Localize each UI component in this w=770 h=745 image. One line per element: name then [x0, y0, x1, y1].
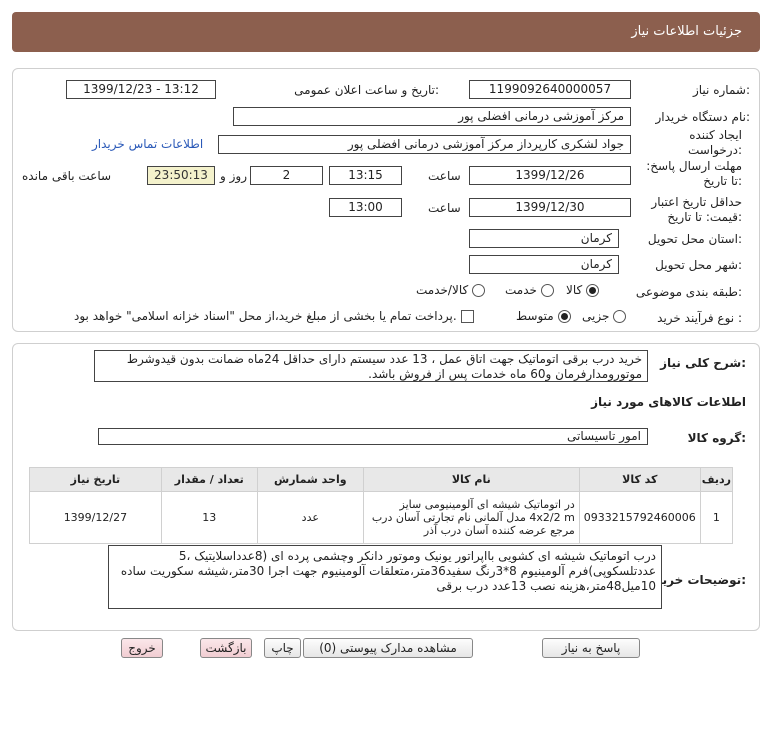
- deadline-label: مهلت ارسال پاسخ: تا تاریخ:: [646, 159, 742, 189]
- validity-label: حداقل تاریخ اعتبار قیمت: تا تاریخ:: [646, 195, 742, 225]
- goods-group-field: امور تاسیساتی: [98, 428, 648, 445]
- deadline-date-field: 1399/12/26: [469, 166, 631, 185]
- process-option-minor[interactable]: جزیی: [582, 309, 627, 323]
- category-radio-both[interactable]: [472, 283, 486, 297]
- col-qty: تعداد / مقدار: [160, 467, 258, 492]
- category-option-service-label: خدمت: [505, 283, 537, 297]
- city-field: کرمان: [469, 255, 619, 274]
- category-option-both-label: کالا/خدمت: [416, 283, 469, 297]
- col-date: تاریخ نیاز: [29, 467, 162, 492]
- creator-field: جواد لشکری کارپرداز مرکز آموزشی درمانی ا…: [218, 135, 631, 154]
- process-option-minor-label: جزیی: [582, 309, 610, 323]
- category-option-goods[interactable]: کالا: [566, 283, 600, 297]
- buyer-field: مرکز آموزشی درمانی افضلی پور: [233, 107, 631, 126]
- col-name: نام کالا: [362, 467, 580, 492]
- cell-date: 1399/12/27: [29, 491, 162, 544]
- process-label: نوع فرآیند خرید :: [657, 311, 742, 325]
- remaining-time-field: 23:50:13: [147, 166, 215, 185]
- deadline-label-text: مهلت ارسال پاسخ: تا تاریخ:: [646, 159, 742, 188]
- category-radio-goods[interactable]: [586, 283, 600, 297]
- print-button[interactable]: چاپ: [264, 638, 301, 658]
- deadline-time-field: 13:15: [329, 166, 402, 185]
- process-radio-medium[interactable]: [557, 309, 571, 323]
- goods-table: ردیف کد کالا نام کالا واحد شمارش تعداد /…: [29, 467, 734, 544]
- creator-label-text: ایجاد کننده درخواست:: [688, 128, 742, 157]
- back-button[interactable]: بازگشت: [200, 638, 252, 658]
- deadline-time-label: ساعت: [428, 169, 461, 183]
- cell-unit: عدد: [256, 491, 364, 544]
- announce-label: تاریخ و ساعت اعلان عمومی:: [294, 83, 439, 97]
- contact-info-link[interactable]: اطلاعات تماس خریدار: [92, 137, 203, 151]
- category-radio-service[interactable]: [540, 283, 554, 297]
- table-row: 1 0933215792460006 در اتوماتیک شیشه ای آ…: [29, 491, 734, 544]
- cell-index: 1: [699, 491, 734, 544]
- goods-table-header: ردیف کد کالا نام کالا واحد شمارش تعداد /…: [29, 467, 734, 492]
- process-option-medium-label: متوسط: [516, 309, 554, 323]
- col-index: ردیف: [699, 467, 734, 492]
- city-label: شهر محل تحویل:: [655, 258, 742, 272]
- category-label: طبقه بندی موضوعی:: [635, 285, 742, 299]
- goods-group-label: گروه کالا:: [687, 431, 746, 445]
- summary-box: خرید درب برقی اتوماتیک جهت اتاق عمل ، 13…: [94, 350, 648, 382]
- province-field: کرمان: [469, 229, 619, 248]
- need-number-label: شماره نیاز:: [692, 83, 750, 97]
- category-option-both[interactable]: کالا/خدمت: [416, 283, 486, 297]
- process-radio-minor[interactable]: [613, 309, 627, 323]
- cell-code: 0933215792460006: [578, 491, 701, 544]
- payment-option[interactable]: پرداخت تمام یا بخشی از مبلغ خرید،از محل …: [74, 309, 474, 323]
- reply-button[interactable]: پاسخ به نیاز: [542, 638, 640, 658]
- province-label: استان محل تحویل:: [647, 232, 742, 246]
- remaining-label: ساعت باقی مانده: [22, 169, 112, 183]
- days-label: روز و: [220, 169, 247, 183]
- exit-button[interactable]: خروج: [121, 638, 163, 658]
- creator-label: ایجاد کننده درخواست:: [652, 128, 742, 158]
- goods-table-wrap: ردیف کد کالا نام کالا واحد شمارش تعداد /…: [29, 467, 734, 544]
- category-option-goods-label: کالا: [566, 283, 583, 297]
- validity-time-field: 13:00: [329, 198, 402, 217]
- buyer-label: نام دستگاه خریدار:: [655, 110, 751, 124]
- attachments-button[interactable]: مشاهده مدارک پیوستی (0): [303, 638, 473, 658]
- need-number-field: 1199092640000057: [469, 80, 631, 99]
- page-title: جزئیات اطلاعات نیاز: [12, 12, 760, 52]
- goods-section-title: اطلاعات کالاهای مورد نیاز: [591, 395, 746, 409]
- col-code: کد کالا: [578, 467, 701, 492]
- days-field: 2: [250, 166, 323, 185]
- validity-time-label: ساعت: [428, 201, 461, 215]
- cell-qty: 13: [160, 491, 258, 544]
- payment-note: پرداخت تمام یا بخشی از مبلغ خرید،از محل …: [74, 309, 457, 323]
- process-option-medium[interactable]: متوسط: [516, 309, 571, 323]
- col-unit: واحد شمارش: [256, 467, 364, 492]
- announce-field: 1399/12/23 - 13:12: [66, 80, 216, 99]
- validity-date-field: 1399/12/30: [469, 198, 631, 217]
- category-option-service[interactable]: خدمت: [505, 283, 554, 297]
- payment-checkbox[interactable]: [460, 309, 474, 323]
- buyer-notes-box: درب اتوماتیک شیشه ای کشویی بااپراتور یون…: [108, 545, 662, 609]
- cell-name: در اتوماتیک شیشه ای آلومینیومی سایز 4x2/…: [362, 491, 580, 544]
- summary-label: شرح کلی نیاز:: [660, 356, 746, 370]
- validity-label-text: حداقل تاریخ اعتبار قیمت: تا تاریخ:: [651, 195, 742, 224]
